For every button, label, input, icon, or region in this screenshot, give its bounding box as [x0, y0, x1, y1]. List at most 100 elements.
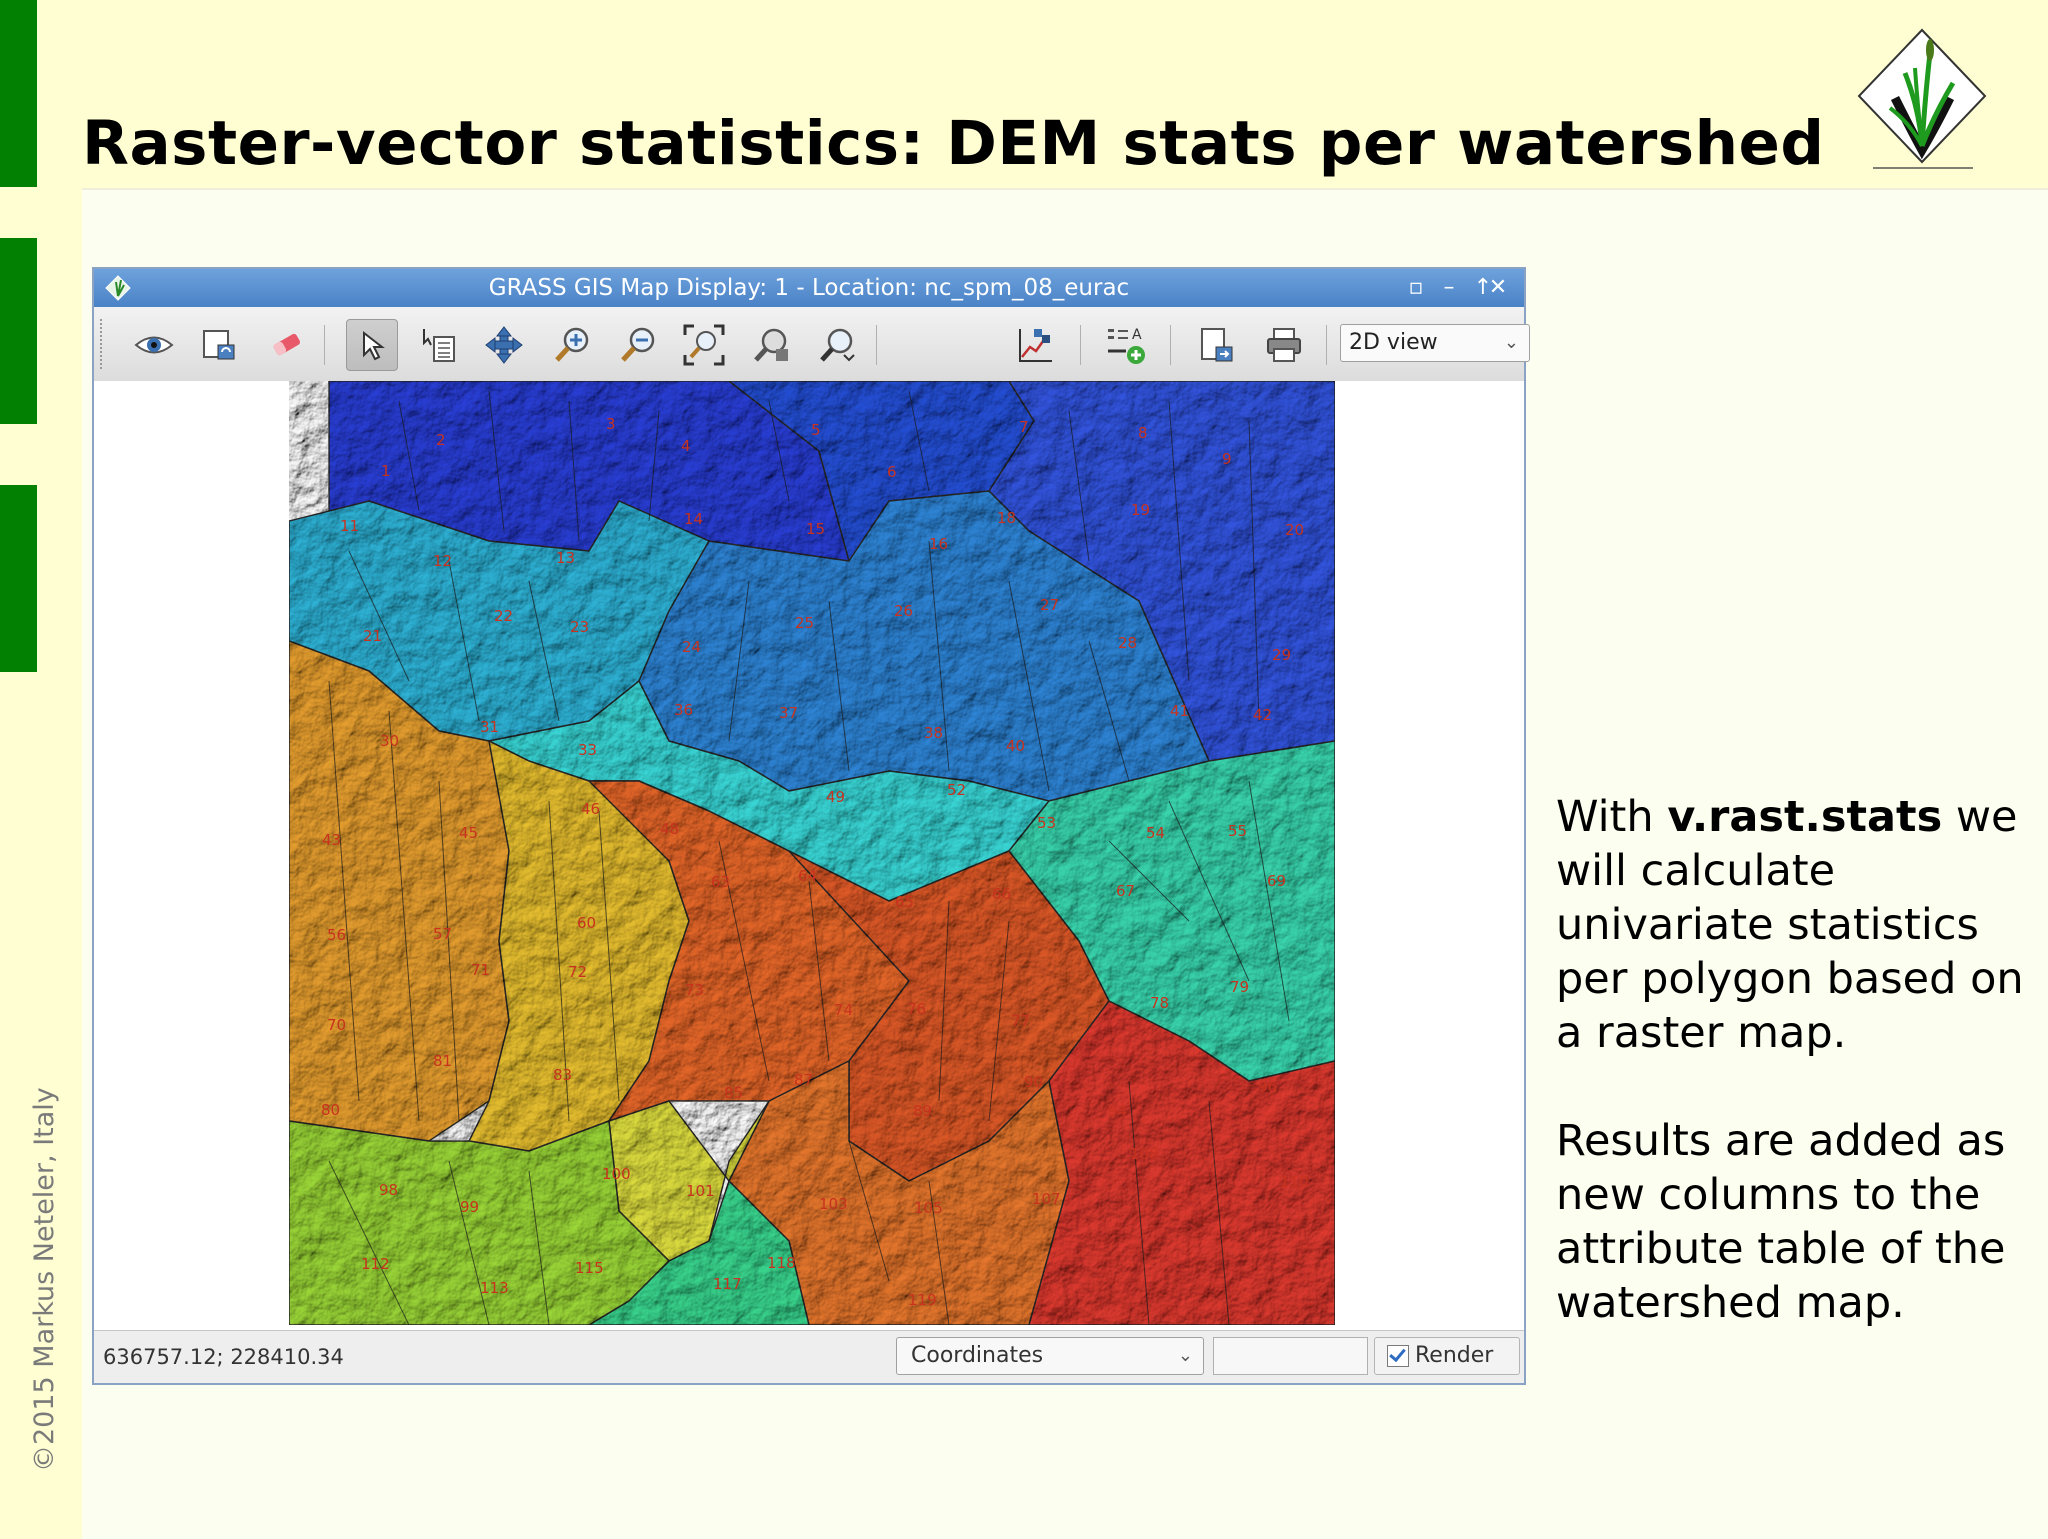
watershed-label: 18 [997, 509, 1016, 527]
description-paragraph-2: Results are added as new columns to the … [1556, 1116, 2006, 1328]
watershed-map[interactable]: 1234567 891112 1314151618 1920212223242526 2… [289, 381, 1335, 1325]
watershed-label: 101 [686, 1182, 715, 1200]
watershed-label: 40 [1006, 737, 1025, 755]
watershed-label: 25 [795, 614, 814, 632]
watershed-label: 118 [767, 1254, 796, 1272]
toolbar-grip[interactable] [100, 319, 106, 369]
coordinates-readout: 636757.12; 228410.34 [103, 1345, 344, 1369]
watershed-label: 57 [433, 925, 452, 943]
watershed-label: 31 [480, 718, 499, 736]
window-title: GRASS GIS Map Display: 1 - Location: nc_… [488, 275, 1130, 301]
watershed-label: 16 [929, 535, 948, 553]
watershed-label: 2 [436, 431, 446, 449]
watershed-label: 100 [602, 1165, 631, 1183]
watershed-label: 45 [459, 824, 478, 842]
watershed-label: 24 [682, 638, 701, 656]
watershed-label: 117 [713, 1275, 742, 1293]
zoom-options-icon[interactable] [812, 319, 864, 371]
sidebar-bar-3 [0, 485, 37, 672]
watershed-label: 108 [1130, 1145, 1159, 1163]
overlay-icon[interactable]: A [1100, 319, 1152, 371]
watershed-label: 9 [1222, 450, 1232, 468]
toolbar-separator [1170, 325, 1171, 365]
watershed-label: 112 [361, 1255, 390, 1273]
print-icon[interactable] [1258, 319, 1310, 371]
watershed-label: 113 [480, 1279, 509, 1297]
watershed-label: 99 [460, 1198, 479, 1216]
watershed-label: 66 [992, 885, 1011, 903]
statusbar: 636757.12; 228410.34 Coordinates ⌄ Rende… [94, 1330, 1524, 1383]
watershed-label: 4 [681, 437, 691, 455]
toolbar-separator [876, 325, 877, 365]
pointer-icon[interactable] [346, 319, 398, 371]
map-display-window[interactable]: GRASS GIS Map Display: 1 - Location: nc_… [92, 267, 1530, 1385]
slide-title: Raster-vector statistics: DEM stats per … [82, 108, 1825, 179]
watershed-label: 78 [1150, 994, 1169, 1012]
close-icon[interactable]: ✕ [1485, 274, 1511, 302]
checkbox-checked-icon[interactable] [1387, 1345, 1409, 1367]
watershed-label: 83 [553, 1066, 572, 1084]
watershed-label: 1 [381, 462, 391, 480]
watershed-label: 8 [1138, 424, 1148, 442]
map-canvas[interactable]: 1 2 3 4 5 6 7 8 9 11 12 13 14 15 16 18 19 20 21 22 23 24 25 26 2… [94, 381, 1524, 1325]
render-checkbox[interactable]: Render [1374, 1337, 1520, 1375]
zoom-back-icon[interactable] [746, 319, 798, 371]
desc-prefix: With [1556, 792, 1668, 842]
watershed-label: 20 [1285, 521, 1304, 539]
statusbar-mode-value: Coordinates [911, 1343, 1044, 1368]
watershed-label: 74 [834, 1001, 853, 1019]
watershed-label: 76 [907, 1000, 926, 1018]
statusbar-mode-select[interactable]: Coordinates ⌄ [896, 1337, 1204, 1375]
zoom-out-icon[interactable] [612, 319, 664, 371]
watershed-label: 77 [1011, 1012, 1030, 1030]
watershed-label: 65 [895, 893, 914, 911]
render-map-icon[interactable] [194, 319, 246, 371]
watershed-label: 42 [1253, 706, 1272, 724]
watershed-label: 79 [1230, 978, 1249, 996]
zoom-in-icon[interactable] [546, 319, 598, 371]
svg-text:A: A [1132, 327, 1142, 343]
watershed-label: 107 [1032, 1190, 1061, 1208]
watershed-label: 23 [570, 618, 589, 636]
watershed-label: 115 [575, 1259, 604, 1277]
query-raster-vector-icon[interactable] [412, 319, 464, 371]
watershed-label: 63 [711, 873, 730, 891]
watershed-label: 11 [340, 517, 359, 535]
watershed-label: 6 [887, 463, 897, 481]
display-map-eye-icon[interactable] [128, 319, 180, 371]
watershed-label: 90 [1024, 1073, 1043, 1091]
watershed-label: 3 [606, 415, 616, 433]
watershed-label: 55 [1228, 822, 1247, 840]
watershed-label: 46 [581, 800, 600, 818]
statusbar-input[interactable] [1213, 1337, 1368, 1375]
watershed-label: 110 [1280, 1173, 1309, 1191]
watershed-label: 119 [908, 1291, 937, 1309]
watershed-label: 53 [1037, 814, 1056, 832]
maximize-icon[interactable]: ▫ [1403, 274, 1429, 302]
grass-logo [1857, 28, 1987, 169]
analyze-icon[interactable] [1010, 319, 1062, 371]
watershed-label: 73 [685, 981, 704, 999]
watershed-label: 98 [379, 1181, 398, 1199]
watershed-label: 94 [1108, 1102, 1127, 1120]
watershed-label: 64 [798, 867, 817, 885]
watershed-label: 85 [724, 1084, 743, 1102]
watershed-label: 52 [947, 781, 966, 799]
pan-icon[interactable] [478, 319, 530, 371]
watershed-label: 21 [363, 627, 382, 645]
watershed-label: 29 [1272, 646, 1291, 664]
watershed-label: 33 [578, 741, 597, 759]
zoom-extent-icon[interactable] [678, 319, 730, 371]
minimize-icon[interactable]: – [1436, 274, 1462, 302]
watershed-polygon[interactable] [289, 1120, 670, 1325]
toolbar-separator [1326, 325, 1327, 365]
watershed-label: 15 [806, 520, 825, 538]
watershed-label: 81 [433, 1052, 452, 1070]
window-titlebar[interactable]: GRASS GIS Map Display: 1 - Location: nc_… [94, 269, 1524, 307]
watershed-label: 54 [1146, 824, 1165, 842]
watershed-label: 26 [894, 602, 913, 620]
view-mode-select[interactable]: 2D view ⌄ [1340, 324, 1530, 362]
watershed-label: 7 [1019, 418, 1029, 436]
erase-display-icon[interactable] [260, 319, 312, 371]
save-display-icon[interactable] [1190, 319, 1242, 371]
